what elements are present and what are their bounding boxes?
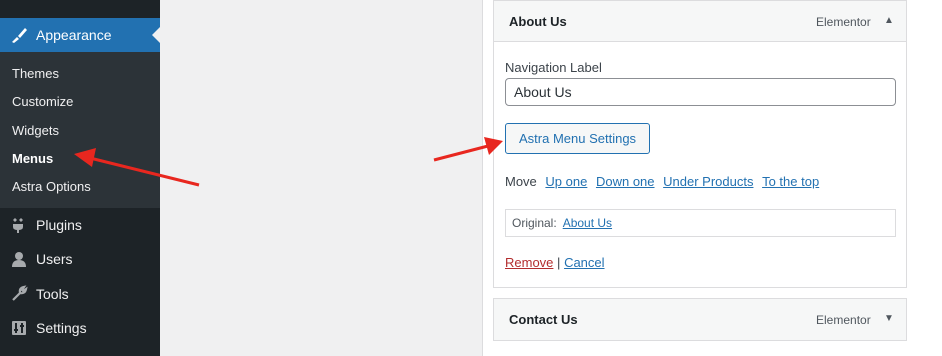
actions-separator: |: [557, 255, 561, 270]
move-up-one-link[interactable]: Up one: [545, 174, 587, 189]
original-link-box: Original: About Us: [505, 209, 896, 237]
submenu-item-astra-options[interactable]: Astra Options: [12, 179, 91, 194]
submenu-item-widgets[interactable]: Widgets: [12, 123, 59, 138]
remove-link[interactable]: Remove: [505, 255, 553, 270]
move-down-one-link[interactable]: Down one: [596, 174, 655, 189]
sidebar-item-label: Tools: [36, 286, 69, 302]
menu-item-title: About Us: [509, 14, 567, 29]
original-label: Original:: [512, 216, 557, 230]
move-to-top-link[interactable]: To the top: [762, 174, 819, 189]
submenu-item-themes[interactable]: Themes: [12, 66, 59, 81]
menu-item-contact-us: Contact Us Elementor ▼: [493, 298, 907, 341]
appearance-submenu: Themes Customize Widgets Menus Astra Opt…: [0, 52, 160, 208]
navigation-label-caption: Navigation Label: [505, 60, 602, 75]
original-link[interactable]: About Us: [563, 216, 612, 230]
menu-item-about-us: About Us Elementor ▲ Navigation Label As…: [493, 0, 907, 288]
sidebar-item-users[interactable]: Users: [0, 242, 160, 276]
cancel-link[interactable]: Cancel: [564, 255, 604, 270]
move-under-products-link[interactable]: Under Products: [663, 174, 753, 189]
menu-item-type: Elementor: [816, 313, 871, 327]
sidebar-item-label: Appearance: [36, 27, 112, 43]
sidebar-item-tools[interactable]: Tools: [0, 277, 160, 311]
settings-icon: [9, 318, 29, 338]
astra-menu-settings-button[interactable]: Astra Menu Settings: [505, 123, 651, 154]
sidebar-item-plugins[interactable]: Plugins: [0, 208, 160, 242]
expand-arrow-icon[interactable]: ▼: [884, 313, 894, 324]
menu-item-handle[interactable]: Contact Us Elementor ▼: [494, 299, 906, 340]
move-row: Move Up one Down one Under Products To t…: [505, 174, 819, 189]
paintbrush-icon: [9, 25, 29, 45]
sidebar-item-appearance[interactable]: Appearance: [0, 18, 160, 52]
submenu-item-menus[interactable]: Menus: [12, 151, 53, 166]
user-icon: [9, 249, 29, 269]
wrench-icon: [9, 284, 29, 304]
sidebar-item-label: Plugins: [36, 217, 82, 233]
menu-item-handle[interactable]: About Us Elementor ▲: [494, 1, 906, 42]
sidebar-item-label: Settings: [36, 320, 87, 336]
admin-sidebar: Appearance Themes Customize Widgets Menu…: [0, 0, 160, 356]
collapse-arrow-icon[interactable]: ▲: [884, 15, 894, 26]
navigation-label-input[interactable]: [505, 78, 896, 106]
submenu-item-customize[interactable]: Customize: [12, 94, 73, 109]
menu-item-type: Elementor: [816, 15, 871, 29]
item-actions: Remove | Cancel: [505, 255, 605, 270]
plugin-icon: [9, 215, 29, 235]
move-label: Move: [505, 174, 537, 189]
sidebar-item-settings[interactable]: Settings: [0, 311, 160, 345]
menu-item-title: Contact Us: [509, 312, 578, 327]
sidebar-item-label: Users: [36, 251, 73, 267]
